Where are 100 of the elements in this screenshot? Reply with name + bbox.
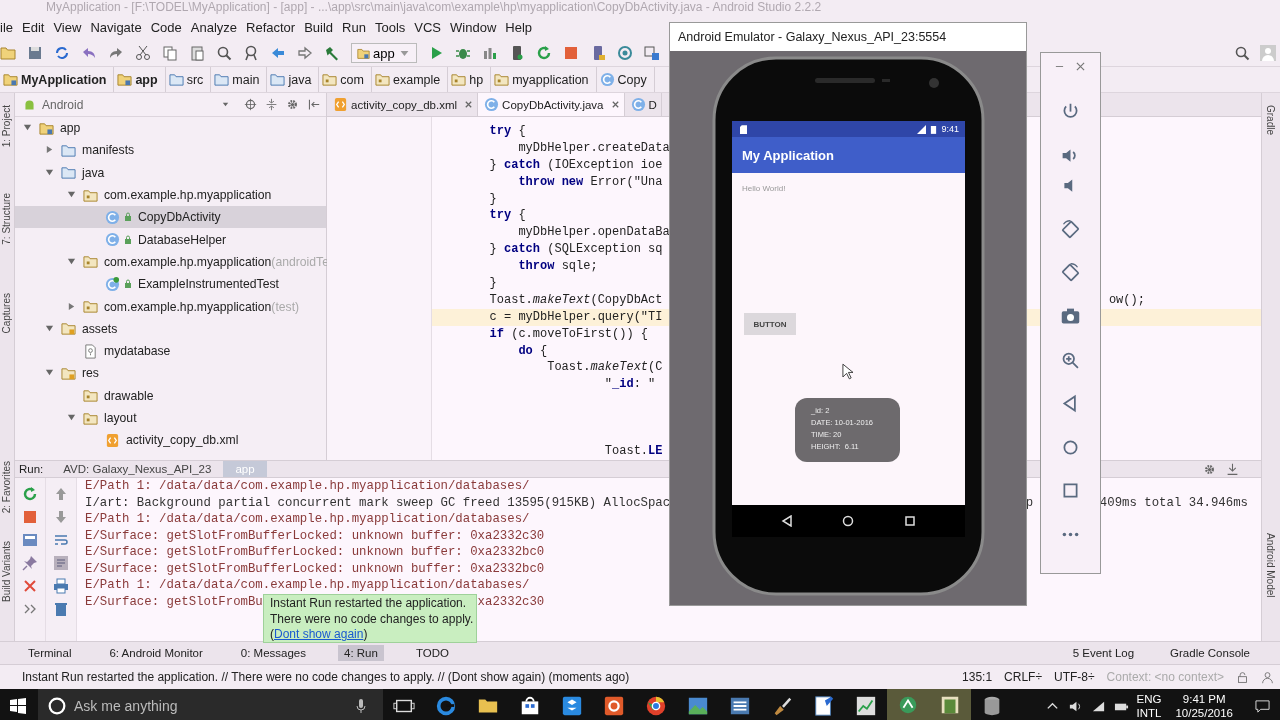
editor-tab[interactable]: CopyDbActivity.java [478, 93, 625, 116]
tree-item[interactable]: com.example.hp.myapplication [15, 183, 326, 207]
bars-icon[interactable] [481, 45, 498, 61]
breadcrumb-item[interactable]: src [165, 67, 212, 92]
photo-icon[interactable] [687, 695, 709, 717]
document-icon[interactable] [603, 695, 625, 717]
windows-logo-icon[interactable] [10, 698, 26, 714]
breadcrumb-item[interactable]: hp [448, 67, 492, 92]
menu-item[interactable]: Refactor [241, 19, 300, 35]
browser-icon[interactable] [645, 695, 667, 717]
tree-item[interactable]: mydatabase [15, 339, 326, 363]
microphone-icon[interactable] [353, 698, 369, 714]
file-encoding[interactable]: UTF-8÷ [1054, 670, 1095, 684]
save-icon[interactable] [27, 45, 43, 61]
search-field[interactable]: Ask me anything [38, 689, 383, 720]
bag-icon[interactable] [519, 695, 541, 717]
paste-icon[interactable] [189, 45, 205, 61]
tool-window-tab[interactable]: Gradle [1265, 105, 1276, 135]
chart-icon[interactable] [855, 695, 877, 717]
tool-window-tab[interactable]: 2: Favorites [1, 461, 12, 514]
editor-tab[interactable]: D [624, 93, 662, 116]
person-icon[interactable] [1261, 670, 1274, 684]
menu-item[interactable]: Help [500, 19, 537, 35]
close-icon[interactable] [464, 100, 474, 109]
breadcrumb-item[interactable]: app [114, 67, 166, 92]
notepad-icon[interactable] [813, 695, 835, 717]
project-view-dropdown[interactable]: Android [15, 93, 236, 116]
magnifier-icon[interactable] [243, 45, 259, 61]
notification-icon[interactable] [1255, 698, 1270, 714]
tree-item[interactable]: assets [15, 317, 326, 340]
hide-icon[interactable] [1226, 462, 1239, 476]
tool-window-tab[interactable]: 5 Event Log [1066, 645, 1141, 661]
target-icon[interactable] [244, 98, 257, 111]
tree-item[interactable]: CopyDbActivity [15, 206, 326, 229]
refresh-icon[interactable] [535, 45, 552, 61]
expanded-arrow-icon[interactable] [67, 190, 76, 200]
menu-item[interactable]: Analyze [186, 19, 242, 35]
home-icon[interactable] [842, 515, 855, 527]
hide-icon[interactable] [307, 98, 320, 111]
rerun-icon[interactable] [22, 486, 38, 503]
copy-icon[interactable] [162, 45, 178, 61]
tree-item[interactable]: com.example.hp.myapplication(test) [15, 295, 326, 318]
tree-item[interactable]: manifests [15, 139, 326, 162]
line-separator[interactable]: CRLF÷ [1004, 670, 1042, 684]
run-config-dropdown[interactable]: app [351, 43, 417, 63]
printer-icon[interactable] [53, 578, 69, 595]
menu-item[interactable]: ile [0, 19, 18, 35]
breadcrumb-item[interactable]: java [267, 67, 320, 92]
breadcrumb-item[interactable]: com [319, 67, 372, 92]
back-icon[interactable] [780, 515, 793, 527]
expanded-arrow-icon[interactable] [45, 323, 54, 333]
gear-icon[interactable] [286, 98, 299, 111]
dont-show-again-link[interactable]: Dont show again [274, 627, 364, 642]
tool-window-tab[interactable]: 4: Run [338, 645, 384, 661]
tree-item[interactable]: res [15, 362, 326, 385]
layout-icon[interactable] [643, 45, 660, 61]
breadcrumb-item[interactable]: MyApplication [0, 67, 115, 92]
lock-icon[interactable] [1236, 670, 1249, 684]
run-tab[interactable]: AVD: Galaxy_Nexus_API_23 [51, 461, 224, 478]
tree-item[interactable]: app [15, 117, 326, 140]
menu-item[interactable]: Run [337, 19, 371, 35]
hammer-icon[interactable] [324, 45, 340, 61]
tool-window-tab[interactable]: 6: Android Monitor [103, 645, 209, 661]
expanded-arrow-icon[interactable] [67, 256, 76, 266]
tool-window-tab[interactable]: 7: Structure [1, 193, 12, 245]
rotate-right-icon[interactable] [1060, 262, 1081, 284]
forward-arrow-icon[interactable] [297, 45, 313, 61]
tool-window-tab[interactable]: Terminal [22, 645, 78, 661]
close-icon[interactable] [1076, 61, 1085, 71]
menu-item[interactable]: View [48, 19, 86, 35]
expanded-arrow-icon[interactable] [67, 413, 76, 422]
scroll-end-icon[interactable] [53, 555, 69, 572]
sync-icon[interactable] [54, 45, 70, 61]
collapse-icon[interactable] [265, 98, 278, 111]
collapsed-arrow-icon[interactable] [67, 301, 76, 311]
clock-date[interactable]: 10/25/2016 [1175, 706, 1233, 720]
breadcrumb-item[interactable]: Copy [596, 67, 655, 92]
menu-item[interactable]: Window [445, 19, 501, 35]
tool-window-tab[interactable]: Captures [1, 293, 12, 334]
android-icon[interactable] [897, 694, 919, 716]
language-label[interactable]: ENG [1136, 692, 1162, 706]
search-icon[interactable] [1234, 45, 1250, 61]
stop-icon[interactable] [562, 45, 579, 61]
expanded-arrow-icon[interactable] [45, 368, 54, 378]
menu-item[interactable]: VCS [409, 19, 446, 35]
breadcrumb-item[interactable]: example [372, 67, 449, 92]
search-icon[interactable] [216, 45, 232, 61]
overview-icon[interactable] [904, 515, 917, 527]
tree-item[interactable]: ExampleInstrumentedTest [15, 273, 326, 296]
trash-icon[interactable] [53, 601, 69, 618]
cursor-position[interactable]: 135:1 [962, 670, 993, 684]
tree-item[interactable]: DatabaseHelper [15, 228, 326, 251]
list-icon[interactable] [729, 695, 751, 717]
menu-item[interactable]: Tools [370, 19, 410, 35]
tool-window-tab[interactable]: Build Variants [1, 541, 12, 602]
app-button[interactable]: BUTTON [744, 313, 796, 335]
back-arrow-icon[interactable] [270, 45, 286, 61]
collapsed-arrow-icon[interactable] [45, 145, 54, 155]
clock-time[interactable]: 9:41 PM [1182, 692, 1226, 706]
rotate-left-icon[interactable] [1060, 218, 1081, 240]
